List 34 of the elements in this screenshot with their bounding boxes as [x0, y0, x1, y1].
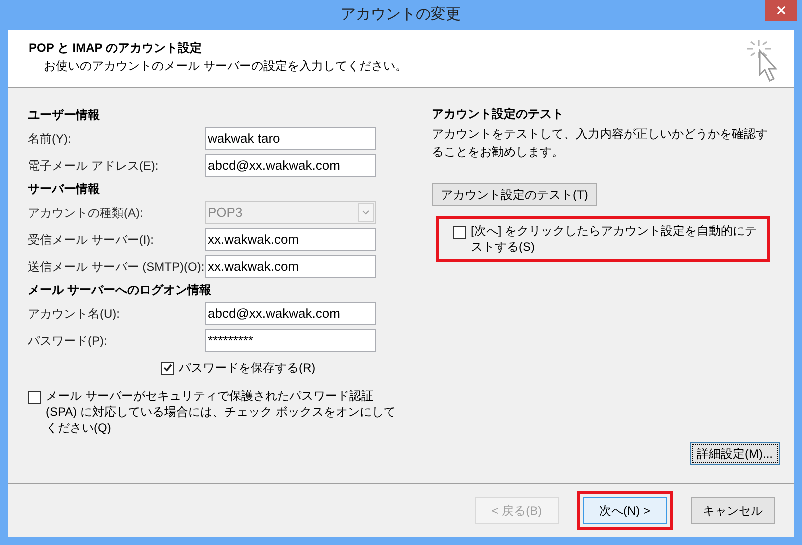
input-field[interactable]: abcd@xx.wakwak.com: [205, 154, 376, 177]
close-button[interactable]: [765, 0, 797, 21]
section-heading: サーバー情報: [28, 181, 101, 198]
field-label: 送信メール サーバー (SMTP)(O):: [28, 258, 205, 276]
section-heading: メール サーバーへのログオン情報: [28, 282, 212, 299]
header-title: POP と IMAP のアカウント設定: [29, 40, 203, 57]
close-icon: [776, 6, 786, 15]
input-field[interactable]: xx.wakwak.com: [205, 228, 376, 251]
field-label: 受信メール サーバー(I):: [28, 232, 155, 248]
password-field[interactable]: *********: [205, 329, 376, 352]
checkbox-label: メール サーバーがセキュリティで保護されたパスワード認証 (SPA) に対応している場合には、チェック ボックスをオンにしてください(Q): [46, 388, 397, 436]
dialog-button[interactable]: キャンセル: [691, 497, 775, 524]
field-label: アカウント名(U):: [28, 306, 121, 322]
test-account-button[interactable]: アカウント設定のテスト(T): [432, 183, 598, 206]
window-title: アカウントの変更: [341, 4, 461, 25]
section-heading: アカウント設定のテスト: [432, 106, 565, 123]
checkbox-label: [次へ] をクリックしたらアカウント設定を自動的にテストする(S): [471, 223, 758, 255]
field-label: 名前(Y):: [28, 130, 72, 148]
chevron-down-icon: [358, 203, 374, 222]
input-field[interactable]: wakwak taro: [205, 127, 376, 150]
field-label: パスワード(P):: [28, 332, 108, 350]
dialog-button[interactable]: 次へ(N) >: [583, 497, 667, 524]
field-label: アカウントの種類(A):: [28, 204, 144, 222]
checkbox[interactable]: [161, 362, 174, 374]
input-field[interactable]: abcd@xx.wakwak.com: [205, 302, 376, 325]
description-text: アカウントをテストして、入力内容が正しいかどうかを確認することをお勧めします。: [432, 126, 769, 161]
field-label: 電子メール アドレス(E):: [28, 158, 160, 174]
header-subtitle: お使いのアカウントのメール サーバーの設定を入力してください。: [43, 58, 408, 75]
section-heading: ユーザー情報: [28, 107, 101, 124]
more-settings-button[interactable]: 詳細設定(M)...: [690, 442, 780, 465]
checkbox-label: パスワードを保存する(R): [179, 360, 316, 377]
checkbox[interactable]: [453, 226, 466, 239]
checkbox[interactable]: [28, 391, 41, 404]
input-field[interactable]: xx.wakwak.com: [205, 255, 376, 278]
